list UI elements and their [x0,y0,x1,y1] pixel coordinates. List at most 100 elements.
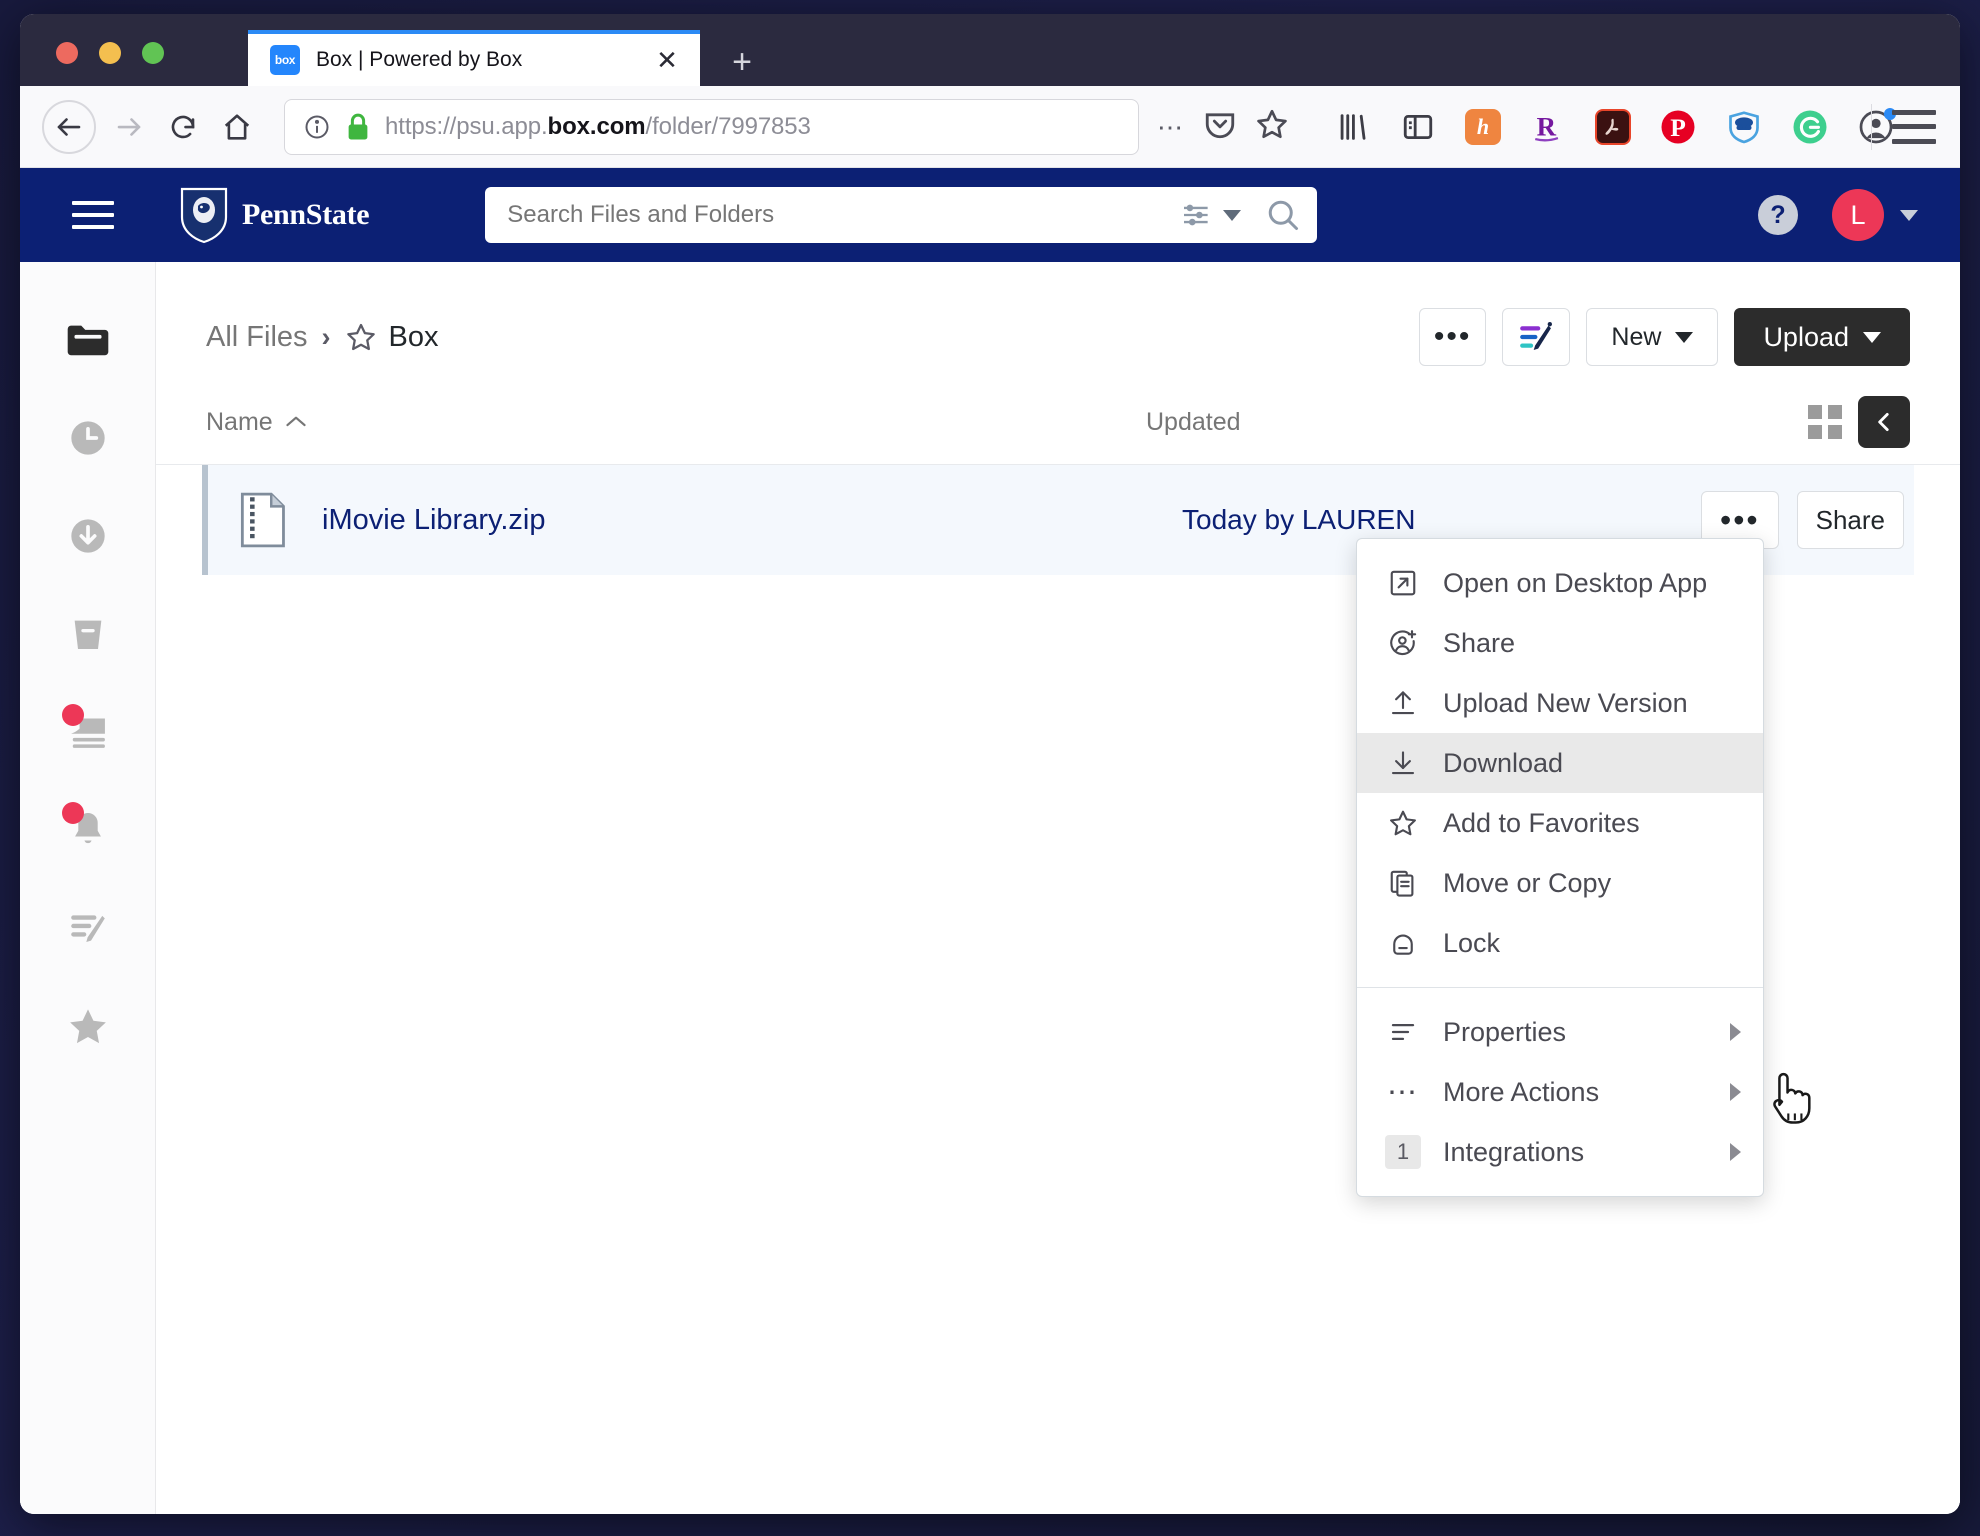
url-bar[interactable]: https://psu.app.box.com/folder/7997853 [284,98,1139,155]
library-icon[interactable] [1333,108,1371,146]
rstudio-icon[interactable]: R [1529,108,1567,146]
browser-window: box Box | Powered by Box ✕ + https://psu… [20,14,1960,1514]
hamburger-menu-icon[interactable] [72,201,114,229]
context-menu-item-label: More Actions [1443,1076,1600,1107]
adobe-acrobat-icon[interactable] [1595,108,1631,145]
close-window-button[interactable] [56,42,78,64]
search-input[interactable] [507,201,1182,229]
page-info-icon [305,115,329,138]
context-menu-item-properties[interactable]: Properties [1357,1002,1763,1062]
box-app-header: PennState ? L [20,168,1960,262]
star-outline-icon[interactable] [345,321,377,353]
bookmark-star-icon[interactable] [1255,107,1289,146]
page-actions-icon[interactable]: ⋯ [1157,114,1185,140]
context-menu-item-label: Share [1443,627,1516,658]
breadcrumb-separator-icon: › [321,321,331,352]
app-body: All Files › Box ••• New Upload Name Upda… [20,262,1960,1514]
toolbar-divider [1871,104,1872,150]
help-icon[interactable]: ? [1758,195,1798,235]
clock-icon [70,421,105,455]
chevron-left-icon[interactable] [1858,396,1910,448]
search-icon[interactable] [1265,197,1301,233]
context-menu-item-open-on-desktop-app[interactable]: Open on Desktop App [1357,553,1763,613]
context-menu-item-share[interactable]: Share [1357,613,1763,673]
pennstate-wordmark: PennState [242,198,370,231]
minimize-window-button[interactable] [99,42,121,64]
breadcrumb-current: Box [388,320,439,353]
context-menu-item-label: Add to Favorites [1443,807,1640,838]
sidebar-item-synced[interactable] [58,510,118,562]
lock-secure-icon [348,113,368,139]
new-tab-button[interactable]: + [720,40,764,84]
context-menu-item-move-or-copy[interactable]: Move or Copy [1357,853,1763,913]
pennstate-logo[interactable]: PennState [180,186,370,244]
browser-tab[interactable]: box Box | Powered by Box ✕ [248,30,700,86]
column-header-name[interactable]: Name [206,408,1146,437]
sidebar-icon[interactable] [1399,108,1437,146]
star-outline-icon [1383,808,1423,838]
pennstate-shield-icon [180,187,228,244]
sidebar-item-notes[interactable] [58,902,118,954]
back-arrow-icon[interactable] [42,99,96,154]
search-filters-icon[interactable] [1181,202,1213,228]
upload-arrow-icon [1383,688,1423,718]
sidebar [20,262,156,1514]
reload-icon[interactable] [156,100,210,154]
row-share-button[interactable]: Share [1796,491,1904,549]
column-header-updated[interactable]: Updated [1146,408,1808,437]
row-more-options-label: ••• [1720,502,1760,538]
ghostery-icon[interactable] [1725,108,1763,146]
more-options-button[interactable]: ••• [1418,308,1487,366]
context-menu-item-add-to-favorites[interactable]: Add to Favorites [1357,793,1763,853]
grid-view-icon[interactable] [1808,405,1842,439]
maximize-window-button[interactable] [142,42,164,64]
context-menu-item-label: Properties [1443,1016,1567,1047]
integrations-count: 1 [1385,1135,1421,1169]
breadcrumb-all-files[interactable]: All Files [206,321,308,354]
sidebar-item-favorites[interactable] [58,1000,118,1052]
lock-icon [1383,928,1423,958]
file-updated: Today by LAUREN [1182,504,1416,535]
search-filters-caret-icon[interactable] [1223,209,1242,221]
search-bar[interactable] [485,187,1318,243]
home-icon[interactable] [210,100,264,154]
sidebar-item-all-files[interactable] [58,314,118,366]
list-lines-icon [1383,1017,1423,1047]
pocket-icon[interactable] [1203,107,1237,146]
star-icon [69,1009,106,1044]
account-icon[interactable] [1857,107,1896,146]
submenu-arrow-icon [1730,1143,1741,1161]
share-person-icon [1383,628,1423,658]
new-button-label: New [1611,322,1662,351]
upload-button[interactable]: Upload [1734,308,1910,366]
content-toolbar: All Files › Box ••• New Upload [156,262,1960,366]
context-menu-item-more-actions[interactable]: ⋯ More Actions [1357,1062,1763,1122]
grammarly-icon[interactable] [1791,108,1829,146]
mouse-cursor-pointer [1773,1072,1811,1124]
sidebar-item-feed[interactable] [58,704,118,758]
file-name[interactable]: iMovie Library.zip [322,504,1182,537]
download-circle-icon [70,519,105,553]
sidebar-item-notifications[interactable] [58,802,118,856]
browser-nav-bar: https://psu.app.box.com/folder/7997853 ⋯… [20,86,1960,168]
sidebar-item-recents[interactable] [58,412,118,464]
download-arrow-icon [1383,748,1423,778]
context-menu-item-download[interactable]: Download [1357,733,1763,793]
sidebar-item-trash[interactable] [58,608,118,660]
avatar[interactable]: L [1832,189,1884,241]
browser-extension-icons: h R P [1333,107,1896,146]
hypothesis-icon[interactable]: h [1465,108,1501,145]
context-menu-item-integrations[interactable]: 1 Integrations [1357,1122,1763,1182]
new-button[interactable]: New [1586,308,1719,366]
close-tab-icon[interactable]: ✕ [650,43,684,77]
sort-ascending-icon [286,416,306,427]
box-notes-button[interactable] [1502,308,1571,366]
tab-title: Box | Powered by Box [316,48,523,71]
context-menu-item-lock[interactable]: Lock [1357,913,1763,973]
context-menu-item-upload-new-version[interactable]: Upload New Version [1357,673,1763,733]
zip-file-icon [240,492,285,548]
forward-arrow-icon [102,100,156,154]
avatar-caret-icon[interactable] [1900,209,1918,221]
pinterest-icon[interactable]: P [1659,108,1697,146]
firefox-menu-icon[interactable] [1892,109,1936,144]
